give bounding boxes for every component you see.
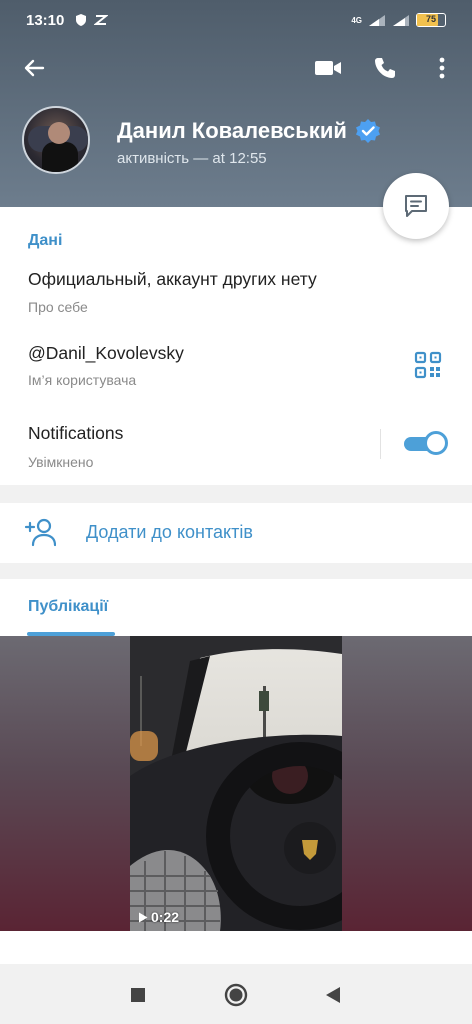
system-nav-bar [0,966,472,1024]
name-row: Данил Ковалевський [117,118,381,144]
add-contact-label: Додати до контактів [86,522,253,542]
recent-apps-button[interactable] [123,980,153,1010]
profile-summary: Данил Ковалевський активність — at 12:55 [22,106,452,182]
more-vertical-icon [439,57,445,79]
username-text: @Danil_Kovolevsky [28,343,184,363]
last-seen-status: активність — at 12:55 [117,150,267,167]
info-section: Дані Официальный, аккаунт других нету Пр… [0,207,472,485]
video-duration: 0:22 [151,909,180,925]
username-label: Ім’я користувача [28,372,137,388]
phone-icon [375,58,395,78]
qr-code-icon[interactable] [414,351,442,379]
divider [380,429,381,459]
profile-screen: 13:10 4G 75 Данил Ковалевський активніст… [0,0,472,1024]
battery-icon: 75 [416,13,446,27]
posts-section: Публікації 0:22 [0,579,472,964]
video-call-button[interactable] [310,50,346,86]
tab-posts[interactable]: Публікації [28,598,108,616]
notifications-state: Увімкнено [28,454,94,470]
video-camera-icon [315,61,341,75]
bio-label: Про себе [28,299,88,315]
recent-apps-icon [131,988,145,1002]
avatar[interactable] [22,106,90,174]
message-icon [405,195,427,217]
notifications-toggle[interactable] [404,431,448,455]
add-contact-icon [24,518,56,547]
video-duration-badge: 0:22 [138,909,179,925]
call-button[interactable] [367,50,403,86]
bio-text: Официальный, аккаунт других нету [28,269,317,289]
media-grid: 0:22 [0,636,472,931]
status-right: 4G 75 [351,13,446,27]
status-bar: 13:10 4G 75 [0,0,472,40]
arrow-left-icon [24,59,45,77]
back-nav-button[interactable] [318,980,348,1010]
home-button[interactable] [221,980,251,1010]
section-title-info: Дані [28,232,63,249]
app-notification-icon [94,15,109,25]
status-time: 13:10 [26,11,65,29]
battery-level: 75 [425,14,436,24]
verified-badge-icon [355,119,380,143]
network-type: 4G [351,15,362,25]
shield-icon [76,14,87,26]
add-contact-row[interactable]: Додати до контактів [0,503,472,563]
home-icon [224,983,248,1007]
more-button[interactable] [424,50,460,86]
top-toolbar [0,44,472,92]
notifications-title: Notifications [28,423,124,443]
signal-icon [369,14,385,26]
profile-name: Данил Ковалевський [117,118,347,143]
video-preview-image [130,636,342,931]
back-button[interactable] [16,50,52,86]
message-button[interactable] [383,173,449,239]
play-icon [139,912,148,922]
signal-icon-2 [393,14,409,26]
back-triangle-icon [326,987,340,1003]
video-thumbnail[interactable] [130,636,342,931]
